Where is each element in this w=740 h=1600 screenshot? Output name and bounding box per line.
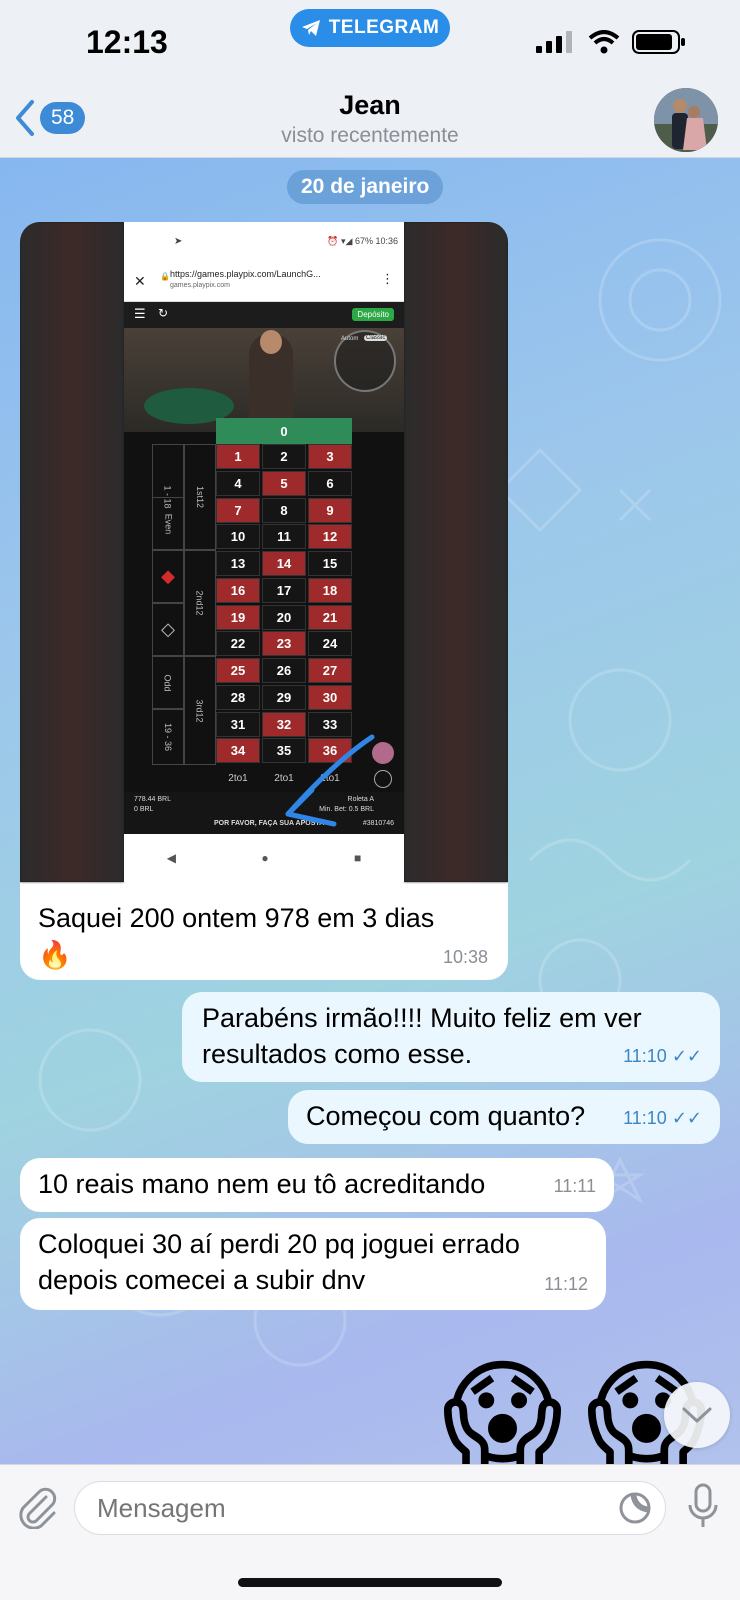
photo-blur-left <box>20 222 124 882</box>
ss-column1: 2to1 <box>228 772 248 784</box>
ss-dozen3: 3rd12 <box>184 656 216 765</box>
contact-presence: visto recentemente <box>281 124 459 147</box>
ss-even-cell: Even <box>152 497 184 550</box>
roulette-number-cell: 23 <box>262 631 306 657</box>
ss-black-diamond: ◇ <box>152 603 184 656</box>
incoming-message[interactable]: 10 reais mano nem eu tô acreditando 11:1… <box>20 1158 614 1212</box>
scroll-to-bottom-button[interactable] <box>664 1382 730 1448</box>
blue-arrow-annotation <box>285 734 375 827</box>
roulette-number-cell: 12 <box>308 524 352 550</box>
roulette-number-cell: 3 <box>308 444 352 469</box>
message-time-read: 11:10 ✓✓ <box>623 1108 702 1128</box>
contact-avatar[interactable] <box>654 88 718 152</box>
message-photo[interactable]: ➤ ⏰ ▾◢ 67% 10:36 ✕ 🔒 https://games.playp… <box>20 222 508 882</box>
status-time: 12:13 <box>86 24 168 60</box>
chat-header: 58 Jean visto recentemente <box>0 86 740 158</box>
ss-odd-cell: Odd <box>152 656 184 709</box>
image-caption: Saquei 200 ontem 978 em 3 dias 🔥 <box>38 882 498 974</box>
roulette-number-cell: 20 <box>262 604 306 630</box>
message-text: Coloquei 30 aí perdi 20 pq joguei errado… <box>38 1229 520 1295</box>
roulette-number-cell: 28 <box>216 684 260 710</box>
roulette-number-cell: 34 <box>216 738 260 764</box>
roulette-number-cell: 1 <box>216 444 260 469</box>
roulette-number-cell: 17 <box>262 577 306 603</box>
ss-dozen1: 1st12 <box>184 444 216 550</box>
roulette-number-cell: 4 <box>216 470 260 496</box>
message-input[interactable] <box>74 1481 666 1535</box>
roulette-number-cell: 7 <box>216 497 260 523</box>
roulette-number-cell: 11 <box>262 524 306 550</box>
status-icons <box>536 30 686 54</box>
roulette-number-cell: 19 <box>216 604 260 630</box>
roulette-number-cell: 9 <box>308 497 352 523</box>
roulette-number-cell: 21 <box>308 604 352 630</box>
ss-high-cell: 19 - 36 <box>152 709 184 765</box>
roulette-number-cell: 30 <box>308 684 352 710</box>
home-indicator <box>238 1578 502 1587</box>
roulette-number-cell: 22 <box>216 631 260 657</box>
scream-emoji[interactable]: 😱 <box>442 1356 563 1472</box>
message-text: Começou com quanto? <box>306 1101 586 1131</box>
message-text: 10 reais mano nem eu tô acreditando <box>38 1169 486 1199</box>
battery-icon <box>632 30 685 54</box>
photo-blur-right <box>404 222 508 882</box>
message-text: Parabéns irmão!!!! Muito feliz em ver re… <box>202 1003 642 1069</box>
ss-bet: 0 BRL <box>134 806 154 813</box>
roulette-number-cell: 8 <box>262 497 306 523</box>
telegram-return-pill[interactable]: TELEGRAM <box>290 9 450 47</box>
sticker-icon <box>619 1492 651 1524</box>
outgoing-message[interactable]: Começou com quanto? 11:10 ✓✓ <box>288 1090 720 1144</box>
roulette-number-cell: 31 <box>216 711 260 737</box>
microphone-icon <box>688 1483 718 1527</box>
contact-name[interactable]: Jean <box>0 90 740 121</box>
chevron-down-icon <box>682 1407 712 1423</box>
screenshot-phone: ➤ ⏰ ▾◢ 67% 10:36 ✕ 🔒 https://games.playp… <box>124 222 404 882</box>
roulette-number-cell: 6 <box>308 470 352 496</box>
roulette-number-cell: 2 <box>262 444 306 469</box>
sticker-button[interactable] <box>618 1491 652 1530</box>
telegram-pill-label: TELEGRAM <box>328 17 440 38</box>
status-bar: 12:13 TELEGRAM <box>0 0 740 86</box>
avatar-photo <box>654 88 718 152</box>
telegram-plane-icon <box>301 20 320 36</box>
roulette-number-cell: 13 <box>216 551 260 576</box>
image-message[interactable]: ➤ ⏰ ▾◢ 67% 10:36 ✕ 🔒 https://games.playp… <box>20 222 508 980</box>
roulette-number-cell: 5 <box>262 470 306 496</box>
ss-android-nav: ◀ ● ■ <box>124 834 404 882</box>
fire-emoji: 🔥 <box>38 940 72 970</box>
roulette-number-cell: 16 <box>216 577 260 603</box>
ss-red-diamond: ◆ <box>152 550 184 603</box>
ss-dozen2: 2nd12 <box>184 550 216 656</box>
outgoing-message[interactable]: Parabéns irmão!!!! Muito feliz em ver re… <box>182 992 720 1082</box>
roulette-number-cell: 25 <box>216 658 260 683</box>
roulette-number-cell: 10 <box>216 524 260 550</box>
message-time: 11:11 <box>553 1176 596 1196</box>
roulette-number-cell: 24 <box>308 631 352 657</box>
roulette-number-cell: 14 <box>262 551 306 576</box>
message-time-read: 11:10 ✓✓ <box>623 1046 702 1066</box>
signal-icon <box>536 31 572 53</box>
roulette-number-cell: 26 <box>262 658 306 683</box>
ss-zero-cell: 0 <box>216 418 352 444</box>
roulette-number-cell: 15 <box>308 551 352 576</box>
attach-button[interactable] <box>16 1485 58 1534</box>
wifi-icon <box>588 30 620 54</box>
message-time: 10:38 <box>442 947 488 967</box>
date-separator: 20 de janeiro <box>287 170 444 204</box>
roulette-number-cell: 18 <box>308 577 352 603</box>
ss-balance: 778.44 BRL <box>134 796 171 803</box>
paperclip-icon <box>19 1487 57 1530</box>
roulette-number-cell: 29 <box>262 684 306 710</box>
caption-text: Saquei 200 ontem 978 em 3 dias <box>38 903 435 933</box>
roulette-number-cell: 27 <box>308 658 352 683</box>
voice-record-button[interactable] <box>686 1483 720 1536</box>
message-time: 11:12 <box>544 1274 588 1294</box>
incoming-message[interactable]: Coloquei 30 aí perdi 20 pq joguei errado… <box>20 1218 606 1310</box>
